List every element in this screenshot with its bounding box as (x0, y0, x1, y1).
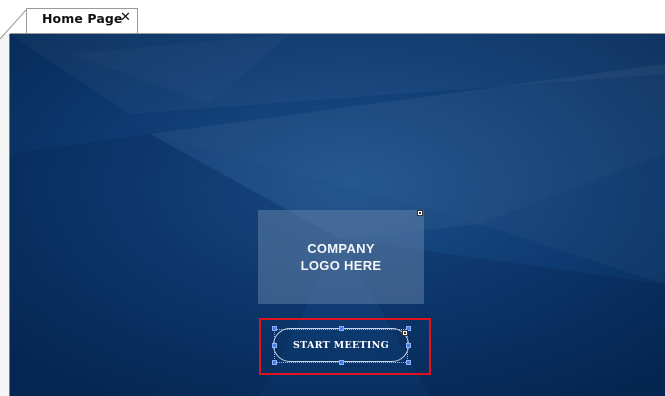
tab-strip: Home Page ✕ (0, 0, 665, 40)
design-canvas[interactable]: COMPANY LOGO HERE START MEETING (10, 34, 665, 396)
company-logo-placeholder[interactable]: COMPANY LOGO HERE (258, 210, 424, 304)
tab-home-page[interactable]: Home Page ✕ (26, 8, 138, 34)
resize-handle-top-left[interactable] (272, 326, 277, 331)
tab-label: Home Page (42, 11, 123, 26)
editor-window: Home Page ✕ COMPANY LOGO HERE START MEET… (0, 0, 665, 396)
info-marker-icon[interactable] (402, 330, 408, 336)
resize-handle-left[interactable] (272, 343, 277, 348)
start-meeting-button[interactable]: START MEETING (273, 328, 409, 362)
resize-handle-right[interactable] (406, 343, 411, 348)
logo-placeholder-text: COMPANY LOGO HERE (300, 241, 382, 273)
info-marker-icon[interactable] (417, 210, 423, 216)
close-icon[interactable]: ✕ (120, 10, 131, 25)
resize-handle-bottom[interactable] (339, 360, 344, 365)
start-meeting-label: START MEETING (292, 339, 390, 351)
resize-handle-bottom-right[interactable] (406, 360, 411, 365)
resize-handle-top[interactable] (339, 326, 344, 331)
resize-handle-bottom-left[interactable] (272, 360, 277, 365)
